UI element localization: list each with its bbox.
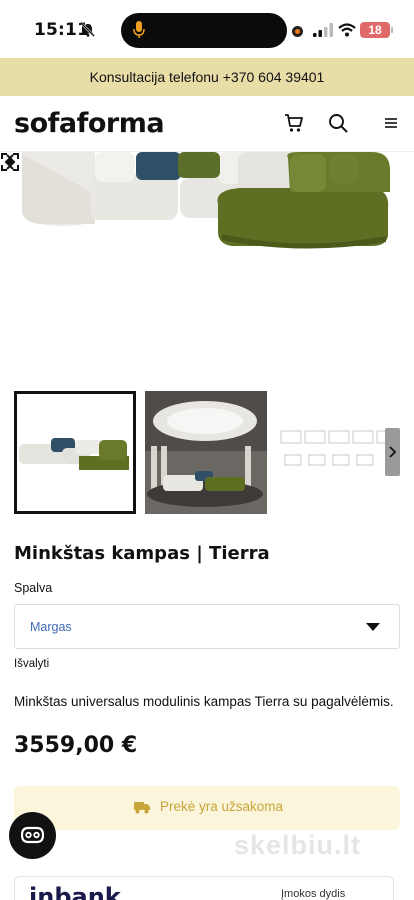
search-icon[interactable] — [328, 113, 348, 133]
site-logo[interactable]: sofaforma — [14, 108, 165, 139]
status-bar: 15:11 18 — [0, 0, 414, 58]
watermark: skelbiu.lt — [234, 830, 362, 860]
dynamic-island — [121, 13, 287, 48]
clear-selection-link[interactable]: Išvalyti — [14, 658, 49, 670]
announcement-bar[interactable]: Konsultacija telefonu +370 604 39401 — [0, 58, 414, 96]
zoom-icon[interactable] — [0, 152, 20, 172]
color-select[interactable]: Margas — [14, 604, 400, 649]
truck-icon — [134, 802, 150, 814]
cart-icon[interactable] — [284, 113, 304, 133]
thumbnail-2[interactable] — [145, 391, 267, 514]
inbank-logo: inbank — [29, 883, 121, 900]
battery-indicator: 18 — [360, 22, 390, 38]
menu-icon[interactable] — [385, 117, 397, 129]
chat-icon — [21, 826, 44, 844]
cellular-signal-icon — [313, 23, 333, 37]
color-select-value: Margas — [30, 620, 72, 634]
product-title: Minkštas kampas | Tierra — [14, 543, 270, 564]
product-description: Minkštas universalus modulinis kampas Ti… — [14, 694, 394, 709]
wifi-icon — [338, 23, 356, 37]
availability-notice: Prekė yra užsakoma — [14, 786, 400, 830]
installment-label: Įmokos dydis — [281, 888, 346, 900]
chevron-right-icon — [389, 446, 397, 458]
sofa-illustration — [21, 152, 390, 249]
color-label: Spalva — [14, 581, 53, 595]
thumbnail-1[interactable] — [14, 391, 136, 514]
site-header: sofaforma — [0, 96, 414, 152]
thumbnail-modules-image — [277, 391, 399, 514]
microphone-icon — [133, 21, 145, 38]
thumbnail-room-image — [145, 391, 267, 514]
product-main-image[interactable] — [0, 152, 414, 382]
caret-down-icon — [366, 623, 380, 631]
bell-off-icon — [81, 23, 95, 37]
recording-indicator-icon — [292, 26, 303, 37]
thumbnail-strip — [14, 391, 414, 514]
availability-text: Prekė yra užsakoma — [160, 799, 284, 814]
product-price: 3559,00 € — [14, 733, 138, 758]
thumbnail-next-button[interactable] — [385, 428, 400, 476]
financing-card[interactable]: inbank Įmokos dydis — [14, 876, 394, 900]
chat-button[interactable] — [9, 812, 56, 859]
thumbnail-sofa-image — [17, 394, 133, 511]
battery-nub — [391, 27, 393, 33]
thumbnail-3[interactable] — [277, 391, 399, 514]
page: 15:11 18 Konsultacija telefonu +370 604 … — [0, 0, 414, 900]
